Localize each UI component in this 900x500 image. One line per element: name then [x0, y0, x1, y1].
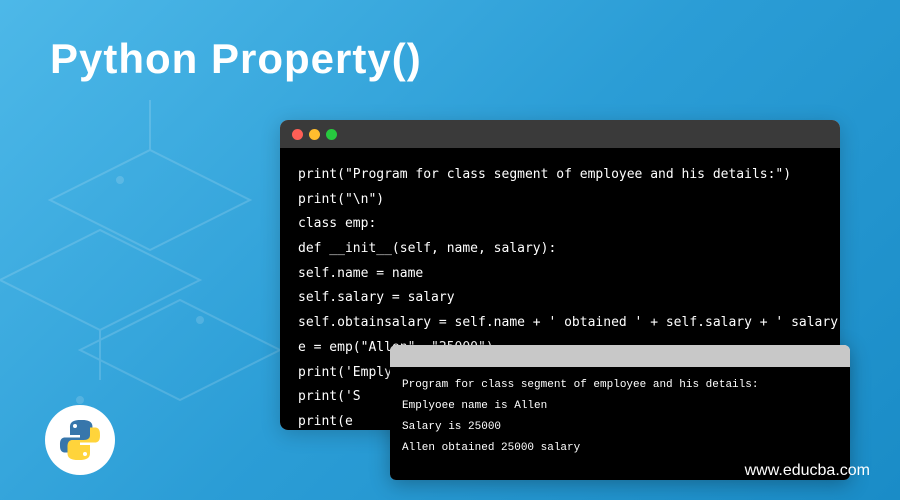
output-terminal-window: Program for class segment of employee an…: [390, 345, 850, 480]
output-line: Allen obtained 25000 salary: [402, 438, 838, 459]
code-line: self.obtainsalary = self.name + ' obtain…: [298, 311, 822, 336]
code-line: def __init__(self, name, salary):: [298, 237, 822, 262]
close-icon[interactable]: [292, 129, 303, 140]
code-line: self.salary = salary: [298, 286, 822, 311]
output-line: Emplyoee name is Allen: [402, 396, 838, 417]
output-line: Program for class segment of employee an…: [402, 375, 838, 396]
code-line: print("Program for class segment of empl…: [298, 163, 822, 188]
code-line: print("\n"): [298, 188, 822, 213]
website-url: www.educba.com: [745, 462, 870, 480]
page-title: Python Property(): [50, 35, 422, 83]
output-line: Salary is 25000: [402, 417, 838, 438]
code-line: self.name = name: [298, 262, 822, 287]
code-line: class emp:: [298, 212, 822, 237]
output-titlebar: [390, 345, 850, 367]
python-logo-icon: [45, 405, 115, 475]
maximize-icon[interactable]: [326, 129, 337, 140]
minimize-icon[interactable]: [309, 129, 320, 140]
window-titlebar: [280, 120, 840, 148]
